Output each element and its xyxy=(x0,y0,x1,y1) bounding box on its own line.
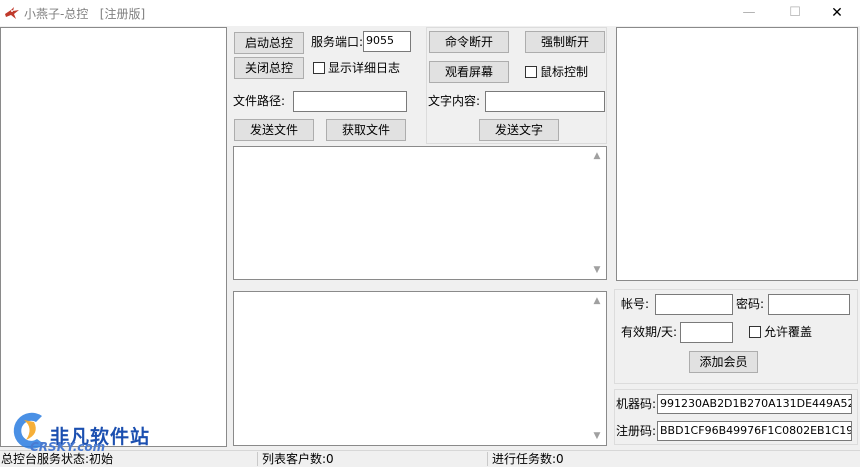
watch-screen-button[interactable]: 观看屏幕 xyxy=(429,61,509,83)
log-textarea-lower[interactable] xyxy=(233,291,607,446)
command-disconnect-button[interactable]: 命令断开 xyxy=(429,31,509,53)
window-title: 小燕子-总控 [注册版] xyxy=(24,7,146,21)
mouse-control-checkbox[interactable] xyxy=(525,66,537,78)
client-list[interactable] xyxy=(0,27,227,447)
verbose-log-label: 显示详细日志 xyxy=(328,61,401,75)
registration-code-label: 注册码: xyxy=(616,424,657,438)
account-label: 帐号: xyxy=(621,297,650,311)
stop-server-button[interactable]: 关闭总控 xyxy=(234,57,304,79)
text-content-input[interactable] xyxy=(485,91,605,112)
validity-days-input[interactable] xyxy=(680,322,733,343)
mouse-control-label: 鼠标控制 xyxy=(540,65,589,79)
scroll-up-arrow-icon[interactable]: ▲ xyxy=(589,149,605,163)
validity-days-label: 有效期/天: xyxy=(621,325,678,339)
close-button[interactable]: ✕ xyxy=(814,0,860,26)
force-disconnect-button[interactable]: 强制断开 xyxy=(525,31,605,53)
add-member-button[interactable]: 添加会员 xyxy=(689,351,758,373)
file-path-label: 文件路径: xyxy=(233,94,286,108)
verbose-log-checkbox[interactable] xyxy=(313,62,325,74)
status-bar xyxy=(0,450,860,467)
log-textarea-upper[interactable] xyxy=(233,146,607,280)
scroll-down-arrow-icon[interactable]: ▼ xyxy=(589,263,605,277)
password-label: 密码: xyxy=(736,297,765,311)
send-file-button[interactable]: 发送文件 xyxy=(234,119,314,141)
port-input[interactable]: 9055 xyxy=(363,31,411,52)
client-count: 列表客户数:0 xyxy=(262,452,334,466)
text-content-label: 文字内容: xyxy=(428,94,481,108)
account-input[interactable] xyxy=(655,294,733,315)
machine-code-label: 机器码: xyxy=(616,397,657,411)
maximize-button[interactable]: ☐ xyxy=(772,0,818,26)
task-count: 进行任务数:0 xyxy=(492,452,564,466)
status-separator xyxy=(257,452,258,466)
file-path-input[interactable] xyxy=(293,91,407,112)
allow-overwrite-label: 允许覆盖 xyxy=(764,325,813,339)
send-text-button[interactable]: 发送文字 xyxy=(479,119,559,141)
swallow-app-icon xyxy=(5,7,19,19)
allow-overwrite-checkbox[interactable] xyxy=(749,326,761,338)
start-server-button[interactable]: 启动总控 xyxy=(234,32,304,54)
machine-code-field[interactable]: 991230AB2D1B270A131DE449A524DAI xyxy=(657,394,852,414)
screen-preview-panel[interactable] xyxy=(616,27,858,281)
status-separator xyxy=(487,452,488,466)
password-input[interactable] xyxy=(768,294,850,315)
registration-code-field[interactable]: BBD1CF96B49976F1C0802EB1C197B13 xyxy=(657,421,852,441)
scroll-up-arrow-icon[interactable]: ▲ xyxy=(589,294,605,308)
port-label: 服务端口: xyxy=(311,35,364,49)
scroll-down-arrow-icon[interactable]: ▼ xyxy=(589,429,605,443)
minimize-button[interactable]: — xyxy=(726,0,772,26)
watermark-domain: CRSKY.com xyxy=(30,440,106,454)
get-file-button[interactable]: 获取文件 xyxy=(326,119,406,141)
